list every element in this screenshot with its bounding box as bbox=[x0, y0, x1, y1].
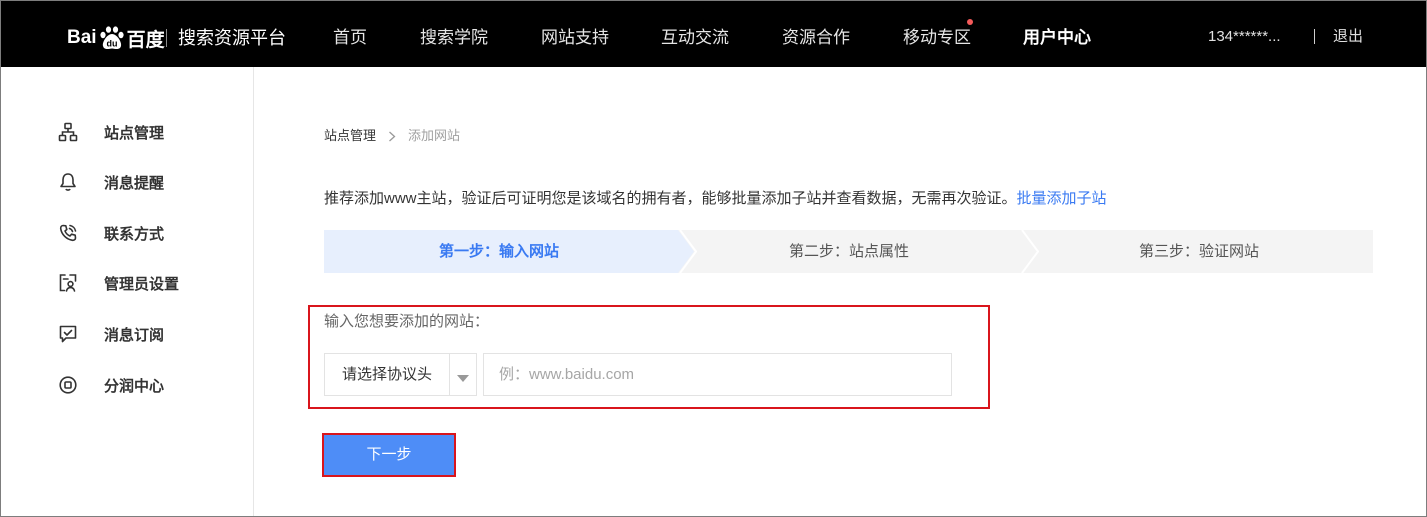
logout-link[interactable]: 退出 bbox=[1333, 26, 1363, 48]
sidebar-item-subscriptions[interactable]: 消息订阅 bbox=[56, 320, 246, 348]
nav-item-site-support[interactable]: 网站支持 bbox=[541, 25, 609, 51]
nav-item-community[interactable]: 互动交流 bbox=[661, 25, 729, 51]
add-site-notice: 推荐添加www主站，验证后可证明您是该域名的拥有者，能够批量添加子站并查看数据，… bbox=[324, 189, 1107, 209]
phone-icon bbox=[56, 221, 80, 245]
notice-text: 推荐添加www主站，验证后可证明您是该域名的拥有者，能够批量添加子站并查看数据，… bbox=[324, 190, 1017, 207]
sidebar-item-label: 消息提醒 bbox=[104, 174, 165, 192]
logo-text-left: Bai bbox=[67, 27, 97, 48]
sidebar-item-label: 联系方式 bbox=[104, 225, 165, 243]
baidu-paw-icon: du bbox=[99, 26, 124, 49]
protocol-select-value: 请选择协议头 bbox=[342, 366, 433, 383]
subscribe-icon bbox=[56, 322, 80, 346]
batch-add-subsites-link[interactable]: 批量添加子站 bbox=[1017, 190, 1107, 207]
page: Bai du 百度 搜索资源平台 首页 搜索学院 网站支持 互动交流 资源合作 … bbox=[0, 0, 1427, 517]
step-2: 第二步：站点属性 bbox=[788, 243, 909, 260]
chevron-right-icon bbox=[388, 131, 396, 142]
next-step-button[interactable]: 下一步 bbox=[322, 433, 456, 477]
caret-down-icon[interactable] bbox=[457, 370, 469, 388]
nav-item-cooperation[interactable]: 资源合作 bbox=[782, 25, 850, 51]
nav-item-mobile[interactable]: 移动专区 bbox=[903, 25, 971, 51]
admin-icon bbox=[56, 271, 80, 295]
logo-divider bbox=[166, 29, 167, 47]
sidebar-item-label: 消息订阅 bbox=[104, 326, 165, 344]
sidebar-item-label: 管理员设置 bbox=[104, 275, 180, 293]
nav-item-academy[interactable]: 搜索学院 bbox=[420, 25, 488, 51]
site-input-label: 输入您想要添加的网站： bbox=[324, 313, 490, 330]
sidebar: 站点管理 消息提醒 联系方式 管理员设置 消息订阅 分润中心 bbox=[0, 67, 254, 517]
sidebar-item-label: 站点管理 bbox=[104, 124, 165, 142]
user-divider bbox=[1314, 29, 1315, 44]
site-url-input[interactable] bbox=[483, 353, 952, 396]
top-nav-bar: Bai du 百度 搜索资源平台 首页 搜索学院 网站支持 互动交流 资源合作 … bbox=[0, 0, 1427, 67]
breadcrumb-current: 添加网站 bbox=[408, 128, 461, 143]
step-3: 第三步：验证网站 bbox=[1138, 243, 1259, 260]
user-account[interactable]: 134******... bbox=[1208, 26, 1281, 48]
sidebar-item-admin-settings[interactable]: 管理员设置 bbox=[56, 269, 246, 297]
breadcrumb: 站点管理 添加网站 bbox=[324, 126, 460, 146]
bell-icon bbox=[56, 170, 80, 194]
sitemap-icon bbox=[56, 120, 80, 144]
logo-text-right: 百度 bbox=[126, 29, 165, 51]
sidebar-item-notifications[interactable]: 消息提醒 bbox=[56, 168, 246, 196]
sidebar-item-label: 分润中心 bbox=[104, 377, 165, 395]
breadcrumb-parent[interactable]: 站点管理 bbox=[324, 126, 376, 146]
nav-item-home[interactable]: 首页 bbox=[333, 25, 367, 51]
logo-paw-text: du bbox=[106, 39, 117, 49]
sidebar-item-revenue-share[interactable]: 分润中心 bbox=[56, 371, 246, 399]
protocol-select[interactable]: 请选择协议头 bbox=[324, 353, 477, 396]
step-1: 第一步：输入网站 bbox=[438, 243, 559, 260]
platform-name[interactable]: 搜索资源平台 bbox=[178, 25, 286, 51]
revenue-share-icon bbox=[56, 373, 80, 397]
nav-item-user-center[interactable]: 用户中心 bbox=[1023, 25, 1091, 51]
baidu-logo[interactable]: Bai du 百度 bbox=[67, 25, 165, 51]
sidebar-item-site-management[interactable]: 站点管理 bbox=[56, 118, 246, 146]
select-divider bbox=[449, 354, 450, 395]
sidebar-item-contact[interactable]: 联系方式 bbox=[56, 219, 246, 247]
notification-dot bbox=[967, 19, 973, 25]
step-progress: 第一步：输入网站 第二步：站点属性 第三步：验证网站 bbox=[324, 230, 1373, 273]
